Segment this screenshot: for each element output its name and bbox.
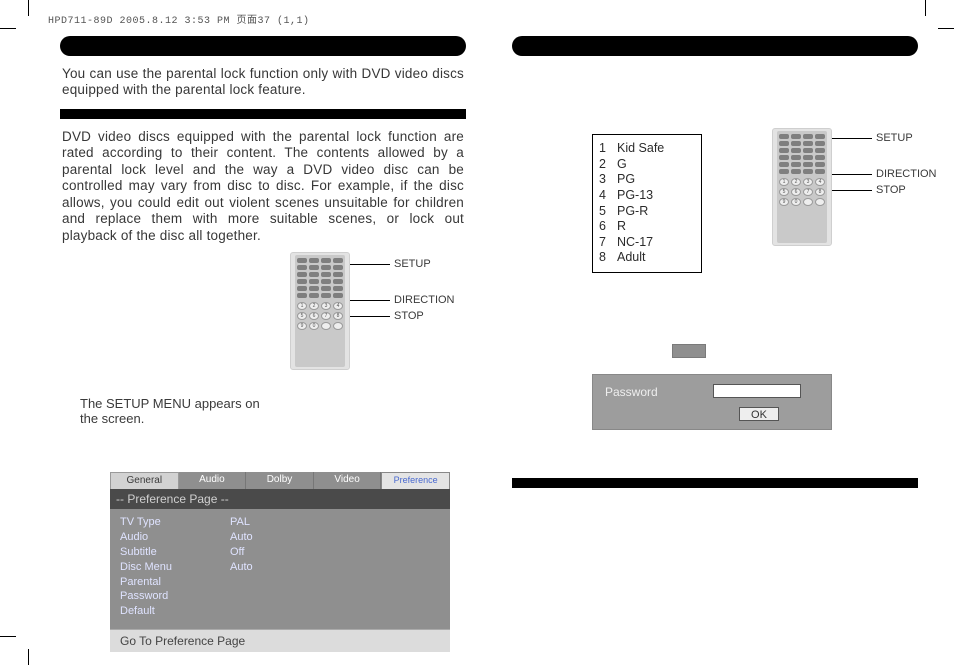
password-dialog: Password OK [592,374,832,430]
menu-row: TV TypePAL [120,515,440,530]
menu-row: AudioAuto [120,530,440,545]
rating-paragraph: DVD video discs equipped with the parent… [62,129,464,244]
ok-button[interactable]: OK [739,407,779,421]
ratings-box: 1Kid Safe 2G 3PG 4PG-13 5PG-R 6R 7NC-17 … [592,134,702,273]
label-direction: DIRECTION [394,294,455,306]
preference-menu: General Audio Dolby Video Preference -- … [110,472,450,652]
menu-row: Parental [120,575,440,590]
label-stop: STOP [876,184,906,196]
label-setup: SETUP [876,132,913,144]
menu-row: Default [120,604,440,619]
right-column: 1Kid Safe 2G 3PG 4PG-13 5PG-R 6R 7NC-17 … [512,36,918,652]
heading-pill [60,36,466,56]
menu-footer: Go To Preference Page [110,629,450,652]
left-column: You can use the parental lock function o… [60,36,466,652]
tab-video[interactable]: Video [314,472,382,489]
tab-preference[interactable]: Preference [381,472,450,489]
menu-row: SubtitleOff [120,545,440,560]
section-bar [512,478,918,488]
heading-pill [512,36,918,56]
intro-paragraph: You can use the parental lock function o… [62,66,464,99]
remote-cluster: 1234 5678 90 SETUP DIRECTION STOP [290,252,466,402]
tab-dolby[interactable]: Dolby [246,472,314,489]
password-marker [672,344,706,358]
print-slug: HPD711-89D 2005.8.12 3:53 PM 页面37 (1,1) [48,11,310,27]
password-field[interactable] [713,384,801,398]
label-setup: SETUP [394,258,431,270]
label-stop: STOP [394,310,424,322]
setup-caption: The SETUP MENU appears on the screen. [80,396,270,426]
menu-row: Disc MenuAuto [120,560,440,575]
remote-illustration: 1234 5678 90 [290,252,350,370]
tab-general[interactable]: General [110,472,179,489]
section-bar [60,109,466,119]
label-direction: DIRECTION [876,168,937,180]
tab-audio[interactable]: Audio [179,472,247,489]
menu-row: Password [120,589,440,604]
password-label: Password [605,385,658,399]
remote-illustration: 1234 5678 90 [772,128,832,246]
menu-title: -- Preference Page -- [110,489,450,509]
